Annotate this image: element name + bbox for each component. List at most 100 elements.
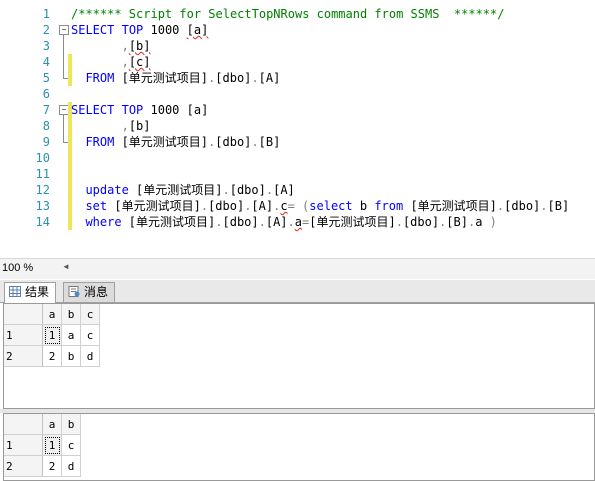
code-token: . (265, 183, 274, 197)
code-line[interactable]: ,[b] (71, 118, 151, 134)
grid-cell[interactable]: 2 (42, 345, 62, 367)
code-token: [单元测试项目] (309, 215, 396, 229)
table-row[interactable]: 22d (4, 455, 81, 477)
code-token: [单元测试项目] (114, 71, 209, 85)
column-header[interactable]: a (42, 414, 62, 435)
code-token: TOP (121, 103, 144, 117)
code-token: [B] (547, 199, 570, 213)
code-line[interactable]: ,[b] (71, 38, 151, 54)
line-number: 8 (42, 119, 50, 133)
code-token: FROM (85, 135, 115, 149)
grid-corner[interactable] (4, 304, 43, 325)
code-token: . (215, 215, 223, 229)
grid-icon (9, 286, 21, 297)
line-number: 13 (35, 199, 50, 213)
table-row[interactable]: 11ac (4, 324, 100, 346)
code-token: [单元测试项目] (107, 199, 201, 213)
query-editor[interactable]: 1 2 3 4 5 6 7 8 9 10 11 12 13 14 − − /****** Script fo… (0, 0, 595, 258)
code-token: . (200, 199, 209, 213)
row-number[interactable]: 2 (4, 455, 43, 477)
grid-cell[interactable]: d (61, 455, 81, 477)
row-number[interactable]: 2 (4, 345, 43, 367)
code-line[interactable]: /****** Script for SelectTopNRows comman… (71, 6, 504, 22)
column-header[interactable]: b (61, 304, 81, 325)
code-token: b (352, 199, 375, 213)
tab-messages[interactable]: 消息 (63, 282, 116, 302)
code-token: [b] (128, 39, 151, 53)
code-token: [B] (446, 215, 468, 229)
code-token: . (540, 199, 548, 213)
grid-cell[interactable]: d (80, 345, 100, 367)
code-token: [dbo] (208, 199, 245, 213)
code-line[interactable]: FROM [单元测试项目].[dbo].[B] (71, 134, 280, 150)
code-token: [dbo] (215, 135, 252, 149)
zoom-level[interactable]: 100 % (2, 262, 33, 274)
code-token: [dbo] (229, 183, 266, 197)
code-token: [b] (128, 119, 151, 133)
code-line[interactable]: SELECT TOP 1000 [a] (71, 22, 208, 38)
code-token: [dbo] (222, 215, 259, 229)
code-token: . (395, 215, 403, 229)
line-number: 10 (35, 151, 50, 165)
grid-cell[interactable]: c (80, 324, 100, 346)
tab-results-label: 结果 (25, 285, 50, 299)
row-number[interactable]: 1 (4, 324, 43, 346)
code-line[interactable]: FROM [单元测试项目].[dbo].[A] (71, 70, 280, 86)
code-line[interactable]: set [单元测试项目].[dbo].[A].c= (select b from… (71, 198, 569, 214)
table-row[interactable]: 22bd (4, 345, 100, 367)
results-pane: abc11ac22bd ab11c22d (0, 303, 595, 481)
grid-cell[interactable]: a (61, 324, 81, 346)
line-number: 14 (35, 215, 50, 229)
grid-cell[interactable]: 2 (42, 455, 62, 477)
code-token: select (309, 199, 353, 213)
code-token: [单元测试项目] (128, 183, 223, 197)
grid-cell[interactable]: c (61, 434, 81, 456)
results-tab-bar: 结果 消息 (0, 280, 595, 303)
code-token: [A] (251, 199, 274, 213)
grid-corner[interactable] (4, 414, 43, 435)
code-line[interactable]: SELECT TOP 1000 [a] (71, 102, 208, 118)
row-number[interactable]: 1 (4, 434, 43, 456)
line-number: 12 (35, 183, 50, 197)
zoom-dropdown-arrow-icon[interactable]: ◄ (62, 262, 70, 271)
result-grid-2[interactable]: ab11c22d (3, 413, 595, 481)
table-row[interactable]: 11c (4, 434, 81, 456)
tab-results[interactable]: 结果 (4, 282, 57, 303)
code-line[interactable]: where [单元测试项目].[dbo].[A].a=[单元测试项目].[dbo… (71, 214, 497, 230)
code-line[interactable]: update [单元测试项目].[dbo].[A] (71, 182, 295, 198)
line-number: 5 (42, 71, 50, 85)
code-token: [dbo] (402, 215, 440, 229)
line-number: 3 (42, 39, 50, 53)
grid-header-row: ab (4, 414, 81, 435)
code-token: . (222, 183, 230, 197)
result-grid-1[interactable]: abc11ac22bd (3, 303, 595, 409)
code-token: , (121, 55, 129, 69)
code-token: [A] (273, 183, 295, 197)
column-header[interactable]: c (80, 304, 100, 325)
grid-cell[interactable]: b (61, 345, 81, 367)
code-token: from (374, 199, 404, 213)
code-token: ) (489, 215, 497, 229)
code-token: set (85, 199, 108, 213)
message-icon (68, 286, 80, 297)
editor-status-bar: 100 % ◄ (0, 258, 595, 279)
grid-cell[interactable]: 1 (42, 434, 62, 456)
grid-cell[interactable]: 1 (42, 324, 62, 346)
line-number: 11 (35, 167, 50, 181)
line-number: 9 (42, 135, 50, 149)
code-token: update (85, 183, 129, 197)
column-header[interactable]: b (61, 414, 81, 435)
code-line[interactable]: ,[c] (71, 54, 151, 70)
column-header[interactable]: a (42, 304, 62, 325)
fold-toggle-collapse-icon[interactable]: − (59, 25, 69, 35)
code-token: c (280, 199, 288, 213)
code-token: . (258, 215, 266, 229)
fold-guide (63, 115, 64, 142)
